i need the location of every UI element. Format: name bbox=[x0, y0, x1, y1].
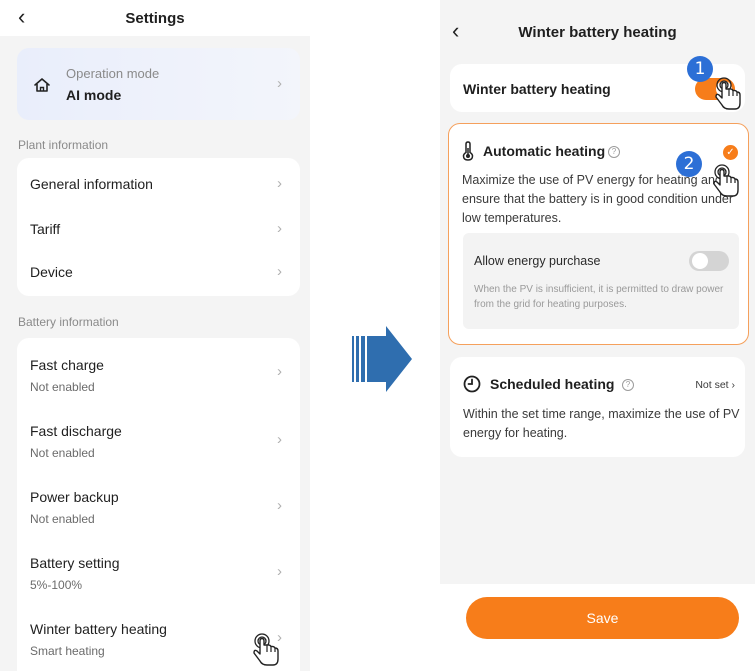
thermometer-icon bbox=[462, 141, 474, 161]
energy-purchase-toggle[interactable] bbox=[689, 251, 729, 271]
winter-heating-label: Winter battery heating bbox=[463, 81, 611, 97]
section-header-plant: Plant information bbox=[18, 138, 109, 152]
step-badge-2: 2 bbox=[676, 151, 702, 177]
tap-hand-icon bbox=[715, 77, 741, 110]
section-header-battery: Battery information bbox=[18, 315, 119, 329]
battery-info-card: Fast charge Not enabled › Fast discharge… bbox=[17, 338, 300, 671]
page-title: Settings bbox=[125, 10, 185, 27]
chevron-right-icon: › bbox=[277, 363, 282, 380]
settings-item-label: Fast discharge bbox=[30, 423, 122, 439]
settings-item-sub: 5%-100% bbox=[30, 578, 83, 592]
settings-item-label: Winter battery heating bbox=[30, 621, 167, 637]
scheduled-heating-status[interactable]: Not set › bbox=[695, 379, 735, 391]
page-title: Winter battery heating bbox=[518, 24, 677, 41]
settings-item-device[interactable]: Device › bbox=[17, 250, 300, 294]
operation-mode-card[interactable]: Operation mode AI mode › bbox=[17, 48, 300, 120]
settings-item-label: Device bbox=[30, 264, 73, 280]
chevron-right-icon: › bbox=[277, 175, 282, 192]
operation-mode-label: Operation mode bbox=[66, 66, 160, 81]
selected-check-icon[interactable]: ✓ bbox=[723, 145, 738, 160]
settings-item-label: Power backup bbox=[30, 489, 119, 505]
help-icon[interactable]: ? bbox=[622, 379, 634, 391]
clock-icon bbox=[463, 375, 481, 393]
energy-purchase-description: When the PV is insufficient, it is permi… bbox=[474, 284, 724, 310]
scheduled-heating-status-text: Not set bbox=[695, 379, 729, 391]
settings-item-battery-setting[interactable]: Battery setting 5%-100% › bbox=[17, 538, 300, 604]
energy-purchase-box: Allow energy purchase When the PV is ins… bbox=[463, 233, 739, 329]
chevron-right-icon: › bbox=[277, 563, 282, 580]
tap-hand-icon bbox=[713, 164, 739, 197]
settings-item-label: Tariff bbox=[30, 221, 61, 237]
settings-item-tariff[interactable]: Tariff › bbox=[17, 206, 300, 250]
step-badge-1: 1 bbox=[687, 56, 713, 82]
settings-item-power-backup[interactable]: Power backup Not enabled › bbox=[17, 472, 300, 538]
plant-info-card: General information › Tariff › Device › bbox=[17, 158, 300, 296]
operation-mode-value: AI mode bbox=[66, 87, 122, 103]
chevron-right-icon: › bbox=[277, 220, 282, 237]
settings-item-sub: Not enabled bbox=[30, 446, 95, 460]
arrow-right-icon bbox=[352, 326, 412, 392]
settings-item-sub: Not enabled bbox=[30, 512, 95, 526]
settings-screen: ‹ Settings Operation mode AI mode › Plan… bbox=[0, 0, 310, 671]
home-icon bbox=[34, 78, 50, 92]
scheduled-heating-card[interactable]: Scheduled heating ? Not set › Within the… bbox=[450, 357, 745, 457]
automatic-heating-title: Automatic heating bbox=[483, 143, 606, 159]
scheduled-heating-description: Within the set time range, maximize the … bbox=[463, 407, 740, 440]
energy-purchase-label: Allow energy purchase bbox=[474, 254, 601, 268]
settings-header: ‹ Settings bbox=[0, 0, 310, 36]
settings-item-fast-charge[interactable]: Fast charge Not enabled › bbox=[17, 338, 300, 404]
chevron-right-icon: › bbox=[277, 431, 282, 448]
winter-heating-screen: ‹ Winter battery heating Winter battery … bbox=[440, 0, 755, 671]
chevron-right-icon: › bbox=[277, 497, 282, 514]
tap-hand-icon bbox=[253, 633, 279, 666]
settings-item-label: Fast charge bbox=[30, 357, 104, 373]
automatic-heating-description: Maximize the use of PV energy for heatin… bbox=[462, 173, 734, 225]
chevron-right-icon: › bbox=[277, 263, 282, 280]
scheduled-heating-title: Scheduled heating bbox=[490, 376, 615, 392]
help-icon[interactable]: ? bbox=[608, 146, 620, 158]
save-button[interactable]: Save bbox=[466, 597, 739, 639]
settings-item-fast-discharge[interactable]: Fast discharge Not enabled › bbox=[17, 406, 300, 472]
automatic-heating-card[interactable]: Automatic heating ? ✓ Maximize the use o… bbox=[448, 123, 749, 345]
settings-item-sub: Not enabled bbox=[30, 380, 95, 394]
settings-item-label: General information bbox=[30, 176, 153, 192]
chevron-right-icon: › bbox=[277, 75, 282, 92]
settings-item-label: Battery setting bbox=[30, 555, 120, 571]
settings-item-sub: Smart heating bbox=[30, 644, 105, 658]
settings-item-general-information[interactable]: General information › bbox=[17, 158, 300, 206]
